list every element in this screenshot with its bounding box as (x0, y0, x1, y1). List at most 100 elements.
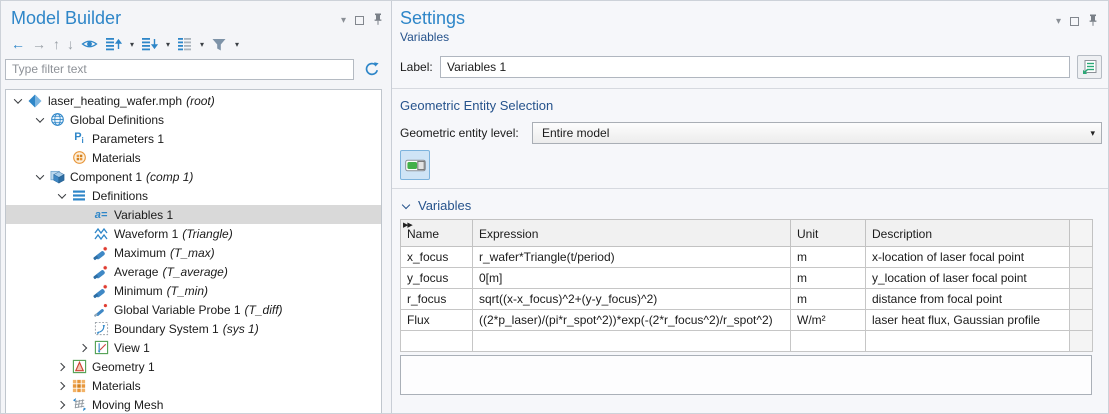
variables-icon: a= (92, 207, 110, 223)
column-header-expression[interactable]: Expression (473, 220, 791, 247)
table-row[interactable]: r_focus sqrt((x-x_focus)^2+(y-y_focus)^2… (401, 289, 1093, 310)
cell-unit[interactable]: m (791, 289, 866, 310)
tree-item-minimum[interactable]: Minimum (T_min) (6, 281, 381, 300)
tree-item-average[interactable]: Average (T_average) (6, 262, 381, 281)
section-collapse-chevron-icon[interactable] (402, 202, 410, 210)
float-window-icon[interactable] (355, 16, 364, 25)
chevron-collapsed-icon[interactable] (54, 383, 70, 389)
settings-panel: Settings ▾ Variables Label: Geometric En… (392, 1, 1108, 414)
cell-expression[interactable]: r_wafer*Triangle(t/period) (473, 247, 791, 268)
chevron-expanded-icon[interactable] (32, 117, 48, 123)
column-header-unit[interactable]: Unit (791, 220, 866, 247)
tree-item-component-1[interactable]: Component 1 (comp 1) (6, 167, 381, 186)
cell-description[interactable]: y_location of laser focal point (866, 268, 1070, 289)
variables-section-header[interactable]: Variables (392, 189, 1108, 219)
geometric-entity-selection-heading: Geometric Entity Selection (392, 89, 1108, 120)
move-up-button[interactable]: ↑ (53, 37, 60, 51)
label-input[interactable] (440, 56, 1070, 78)
label-row: Label: (400, 55, 1102, 79)
expand-all-caret-icon[interactable]: ▾ (130, 40, 134, 49)
tree-filter-input[interactable] (5, 59, 354, 80)
tree-item-global-definitions[interactable]: Global Definitions (6, 110, 381, 129)
cell-description[interactable]: x-location of laser focal point (866, 247, 1070, 268)
chevron-expanded-icon[interactable] (54, 193, 70, 199)
probe-icon (92, 264, 110, 280)
chevron-expanded-icon[interactable] (10, 98, 26, 104)
tree-item-materials-component[interactable]: Materials (6, 376, 381, 395)
node-text-button[interactable] (177, 37, 192, 51)
geometric-entity-level-select[interactable]: Entire model ▾ (532, 122, 1102, 144)
settings-subtitle: Variables (392, 29, 1108, 44)
chevron-collapsed-icon[interactable] (54, 364, 70, 370)
tree-item-root[interactable]: laser_heating_wafer.mph (root) (6, 91, 381, 110)
chevron-collapsed-icon[interactable] (54, 402, 70, 408)
cell-description[interactable]: laser heat flux, Gaussian profile (866, 310, 1070, 331)
cell-name[interactable]: r_focus (401, 289, 473, 310)
expand-all-button[interactable] (105, 37, 122, 51)
panel-menu-caret-icon[interactable]: ▾ (1056, 17, 1061, 27)
cell-description[interactable]: distance from focal point (866, 289, 1070, 310)
tree-filter-row (1, 55, 391, 84)
active-selection-toggle-button[interactable] (400, 150, 430, 180)
component-cube-icon (48, 169, 66, 185)
tree-item-moving-mesh[interactable]: Moving Mesh (6, 395, 381, 414)
label-document-button[interactable] (1077, 55, 1102, 79)
show-eye-button[interactable] (81, 37, 98, 51)
column-header-description[interactable]: Description (866, 220, 1070, 247)
tree-item-variables-1[interactable]: a= Variables 1 (6, 205, 381, 224)
settings-title: Settings (400, 8, 1056, 29)
filter-caret-icon[interactable]: ▾ (235, 40, 239, 49)
geometry-icon (70, 359, 88, 375)
collapse-all-button[interactable] (141, 37, 158, 51)
geometric-entity-level-row: Geometric entity level: Entire model ▾ (400, 122, 1102, 144)
tree-item-parameters-1[interactable]: Pi Parameters 1 (6, 129, 381, 148)
tree-item-view-1[interactable]: View 1 (6, 338, 381, 357)
probe-icon (92, 283, 110, 299)
cell-expression[interactable]: 0[m] (473, 268, 791, 289)
model-builder-panel: Model Builder ▾ ← → ↑ ↓ ▾ (1, 1, 391, 414)
pin-icon[interactable] (373, 13, 383, 28)
tree-item-definitions[interactable]: Definitions (6, 186, 381, 205)
cell-name[interactable]: x_focus (401, 247, 473, 268)
table-row[interactable]: Flux ((2*p_laser)/(pi*r_spot^2))*exp(-(2… (401, 310, 1093, 331)
materials-globe-icon (70, 150, 88, 166)
cell-expression[interactable]: sqrt((x-x_focus)^2+(y-y_focus)^2) (473, 289, 791, 310)
cell-unit[interactable]: m (791, 247, 866, 268)
tree-item-waveform-1[interactable]: Waveform 1 (Triangle) (6, 224, 381, 243)
tree-item-maximum[interactable]: Maximum (T_max) (6, 243, 381, 262)
tree-item-materials-global[interactable]: Materials (6, 148, 381, 167)
cell-expression[interactable]: ((2*p_laser)/(pi*r_spot^2))*exp(-(2*r_fo… (473, 310, 791, 331)
cell-unit[interactable]: m (791, 268, 866, 289)
back-button[interactable]: ← (11, 37, 25, 51)
move-down-button[interactable]: ↓ (67, 37, 74, 51)
chevron-collapsed-icon[interactable] (76, 345, 92, 351)
column-header-name[interactable]: ▶▶ Name (401, 220, 473, 247)
model-builder-header: Model Builder ▾ (1, 1, 391, 29)
refresh-icon[interactable] (361, 58, 383, 80)
cell-unit[interactable]: W/m² (791, 310, 866, 331)
column-header-extra (1070, 220, 1093, 247)
float-window-icon[interactable] (1070, 17, 1079, 26)
variables-section-title: Variables (418, 198, 471, 213)
table-row[interactable]: y_focus 0[m] m y_location of laser focal… (401, 268, 1093, 289)
forward-button[interactable]: → (32, 37, 46, 51)
materials-grid-icon (70, 378, 88, 394)
tree-item-global-variable-probe-1[interactable]: Global Variable Probe 1 (T_diff) (6, 300, 381, 319)
table-row-empty[interactable] (401, 331, 1093, 352)
row-marker-icon: ▶▶ (403, 221, 412, 229)
filter-funnel-button[interactable] (211, 37, 227, 52)
toggle-switch-icon (405, 159, 426, 172)
tree-item-geometry-1[interactable]: Geometry 1 (6, 357, 381, 376)
tree-item-boundary-system-1[interactable]: Boundary System 1 (sys 1) (6, 319, 381, 338)
collapse-all-caret-icon[interactable]: ▾ (166, 40, 170, 49)
parameters-icon: Pi (70, 131, 88, 147)
panel-menu-caret-icon[interactable]: ▾ (341, 16, 346, 26)
table-row[interactable]: x_focus r_wafer*Triangle(t/period) m x-l… (401, 247, 1093, 268)
cell-name[interactable]: y_focus (401, 268, 473, 289)
chevron-expanded-icon[interactable] (32, 174, 48, 180)
node-text-caret-icon[interactable]: ▾ (200, 40, 204, 49)
model-builder-toolbar: ← → ↑ ↓ ▾ ▾ ▾ ▾ (1, 29, 391, 55)
cell-name[interactable]: Flux (401, 310, 473, 331)
globe-icon (48, 112, 66, 128)
pin-icon[interactable] (1088, 14, 1098, 29)
